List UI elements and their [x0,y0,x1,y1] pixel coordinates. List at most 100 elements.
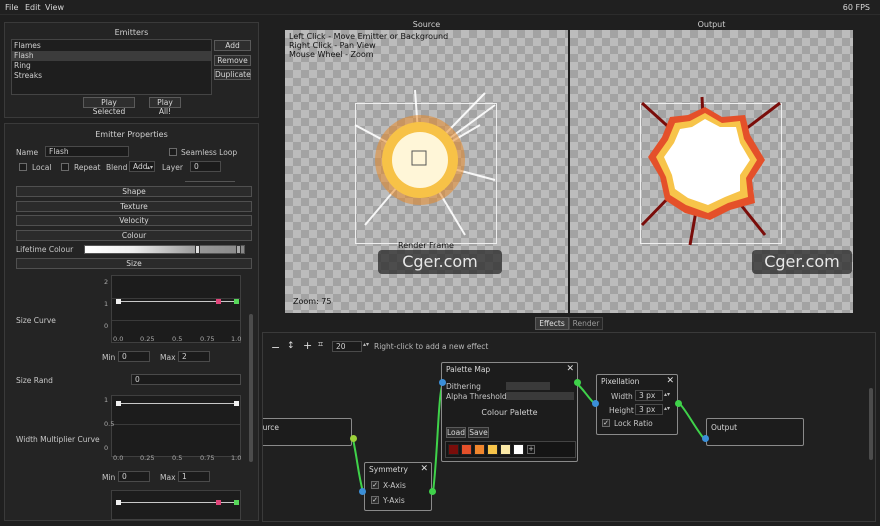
width-min-input[interactable]: 0 [118,471,150,482]
gradient-stop[interactable] [236,245,241,254]
add-emitter-button[interactable]: Add [214,40,251,51]
pixel-width-input[interactable]: 3 px [635,390,663,401]
properties-scrollbar[interactable] [249,314,253,462]
layer-input[interactable]: 0 [190,161,221,172]
palette-swatch[interactable] [487,444,498,455]
fps-counter: 60 FPS [842,3,870,12]
lifetime-colour-gradient[interactable] [84,245,245,254]
output-port[interactable] [429,488,436,495]
layer-label: Layer [162,163,183,172]
source-viewport[interactable]: Left Click - Move Emitter or Background … [285,30,568,313]
width-curve-graph[interactable] [111,395,241,457]
gradient-stop[interactable] [195,245,200,254]
duplicate-emitter-button[interactable]: Duplicate [214,69,251,80]
width-max-input[interactable]: 1 [178,471,210,482]
size-max-input[interactable]: 2 [178,351,210,362]
emitter-item-streaks[interactable]: Streaks [12,71,211,81]
extra-curve-graph[interactable] [111,490,241,520]
pixel-height-input[interactable]: 3 px [635,404,663,415]
x-tick: 0.5 [172,335,183,343]
x-tick: 0.75 [200,335,215,343]
name-label: Name [16,148,39,157]
play-selected-button[interactable]: Play Selected [83,97,135,116]
width-label: Width [611,392,633,401]
help-line: Mouse Wheel - Zoom [289,50,374,59]
blend-select[interactable]: Add ▴▾ [129,161,155,172]
help-text: Left Click - Move Emitter or Background … [289,32,448,59]
texture-section-button[interactable]: Texture [16,201,252,212]
input-port[interactable] [592,400,599,407]
curve-point[interactable] [234,500,239,505]
output-port[interactable] [350,435,357,442]
curve-point[interactable] [234,299,239,304]
close-icon[interactable]: ✕ [566,364,574,374]
graph-scrollbar[interactable] [869,388,873,460]
remove-emitter-button[interactable]: Remove [214,55,251,66]
size-curve-graph[interactable] [111,275,241,343]
curve-point[interactable] [116,401,121,406]
curve-point[interactable] [216,500,221,505]
local-label: Local [32,163,52,172]
curve-point[interactable] [216,299,221,304]
spinner-icon[interactable]: ▴▾ [664,391,670,398]
palette-swatch[interactable] [513,444,524,455]
palette-swatch[interactable] [500,444,511,455]
emitter-item-flash[interactable]: Flash [12,51,211,61]
y-axis-checkbox[interactable]: ✓ [371,496,379,504]
input-port[interactable] [359,488,366,495]
size-min-input[interactable]: 0 [118,351,150,362]
alpha-threshold-slider[interactable] [506,392,574,400]
curve-line [118,403,236,404]
save-palette-button[interactable]: Save [468,427,489,438]
output-port[interactable] [574,379,581,386]
local-checkbox[interactable] [19,163,27,171]
input-port[interactable] [439,379,446,386]
emitter-list[interactable]: Flames Flash Ring Streaks [11,39,212,95]
symmetry-node[interactable]: Symmetry ✕ ✓ X-Axis ✓ Y-Axis [364,462,432,511]
curve-point[interactable] [116,500,121,505]
tab-effects[interactable]: Effects [535,317,569,330]
velocity-section-button[interactable]: Velocity [16,215,252,226]
curve-point[interactable] [116,299,121,304]
properties-title: Emitter Properties [95,130,168,139]
x-tick: 0.75 [200,454,215,462]
effects-graph-panel[interactable]: − ↕ + ⌗ 20 ▴▾ Right-click to add a new e… [262,332,876,522]
pixellation-node[interactable]: Pixellation ✕ Width 3 px ▴▾ Height 3 px … [596,374,678,435]
output-port[interactable] [675,400,682,407]
menu-file[interactable]: File [5,3,18,12]
seamless-loop-checkbox[interactable] [169,148,177,156]
close-icon[interactable]: ✕ [666,376,674,386]
size-rand-input[interactable]: 0 [131,374,241,385]
menu-edit[interactable]: Edit [25,3,41,12]
emitter-item-ring[interactable]: Ring [12,61,211,71]
output-viewport[interactable]: Cger.com [570,30,853,313]
output-node[interactable]: Output [706,418,804,446]
shape-section-button[interactable]: Shape [16,186,252,197]
palette-map-node[interactable]: Palette Map ✕ Dithering Alpha Threshold … [441,362,578,462]
palette-swatch[interactable] [461,444,472,455]
tab-render[interactable]: Render [569,317,603,330]
load-palette-button[interactable]: Load [446,427,466,438]
max-label: Max [160,473,176,482]
x-axis-checkbox[interactable]: ✓ [371,481,379,489]
spinner-icon[interactable]: ▴▾ [664,405,670,412]
curve-point[interactable] [234,401,239,406]
menu-view[interactable]: View [45,3,64,12]
close-icon[interactable]: ✕ [420,464,428,474]
palette-swatch[interactable] [474,444,485,455]
name-input[interactable]: Flash [45,146,129,157]
source-node[interactable]: ource [263,418,352,446]
dithering-label: Dithering [446,382,481,391]
palette-swatches[interactable]: + [445,441,576,458]
palette-swatch[interactable] [448,444,459,455]
input-port[interactable] [702,435,709,442]
dithering-slider[interactable] [506,382,550,390]
lock-ratio-checkbox[interactable]: ✓ [602,419,610,427]
add-colour-button[interactable]: + [527,445,535,454]
size-section-button[interactable]: Size [16,258,252,269]
repeat-checkbox[interactable] [61,163,69,171]
emitter-item-flames[interactable]: Flames [12,41,211,51]
play-all-button[interactable]: Play All! [149,97,181,116]
colour-section-button[interactable]: Colour [16,230,252,241]
x-tick: 0.25 [140,335,155,343]
